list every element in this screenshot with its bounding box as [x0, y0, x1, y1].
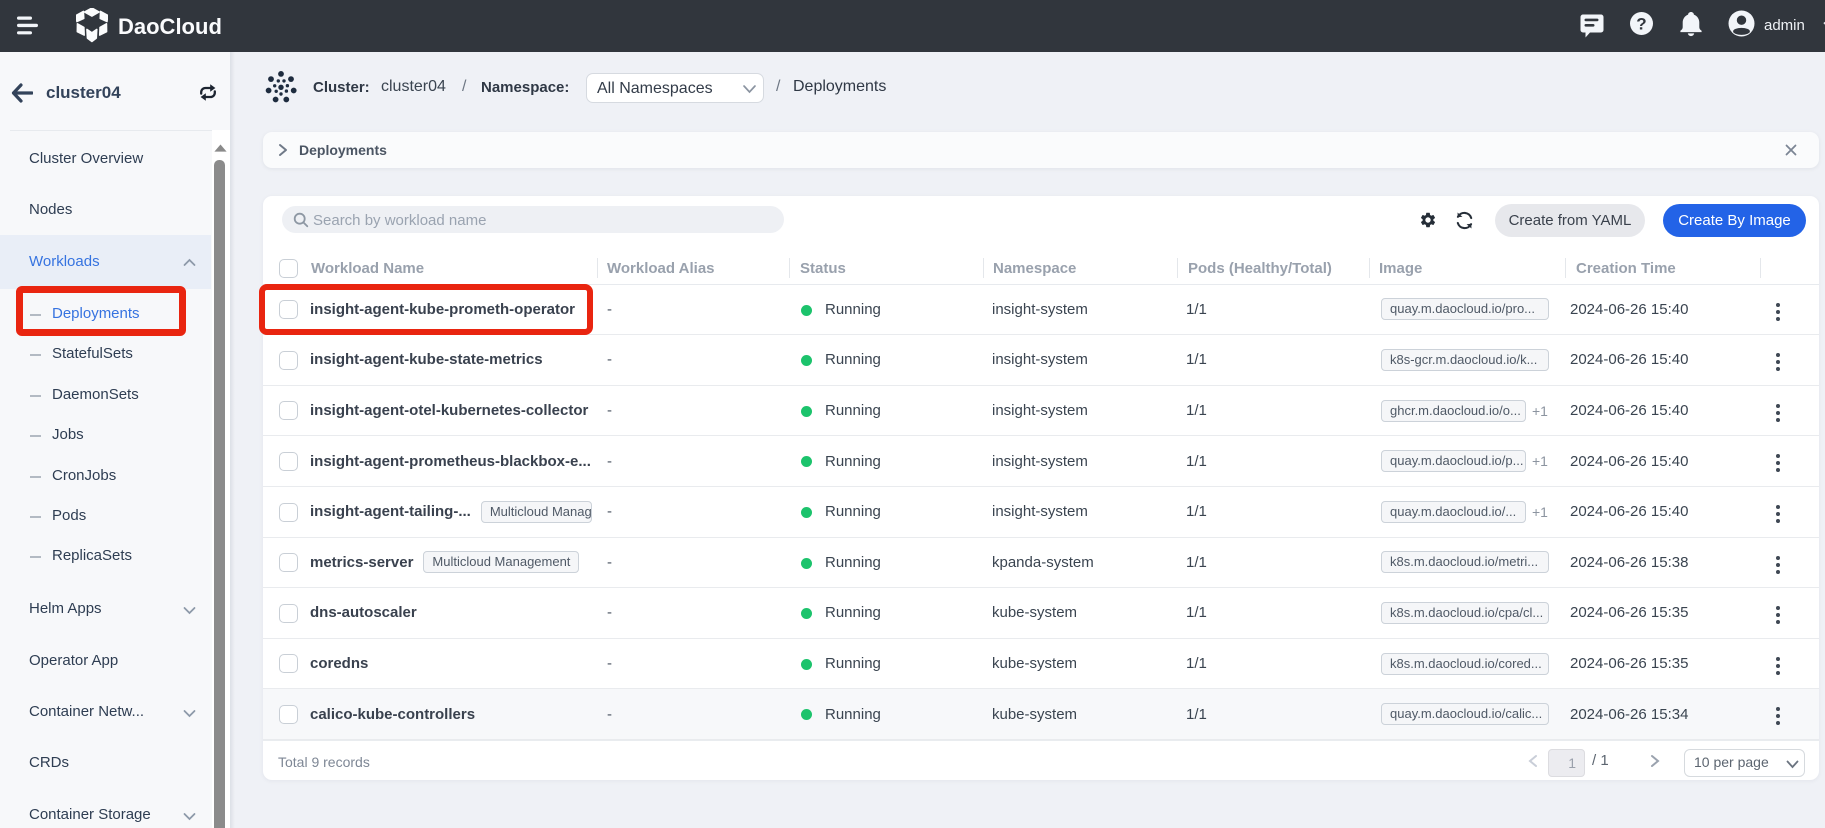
svg-text:?: ? — [1636, 14, 1646, 33]
